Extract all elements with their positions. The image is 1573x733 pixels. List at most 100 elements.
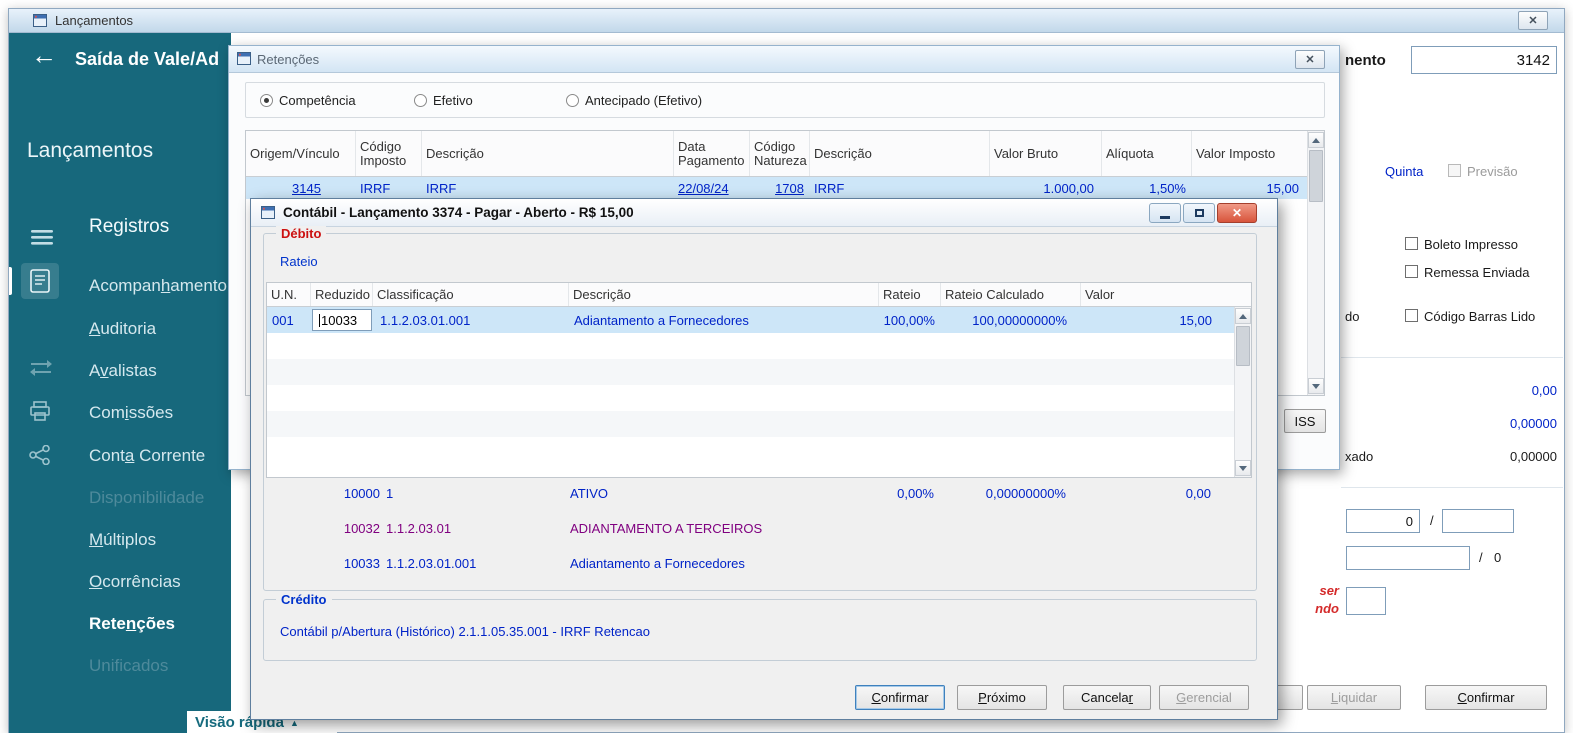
scroll-down-button[interactable] xyxy=(1235,460,1251,476)
label-fragment-xado: xado xyxy=(1345,449,1374,464)
remessa-enviada-checkbox[interactable] xyxy=(1405,265,1418,278)
transfer-icon[interactable] xyxy=(29,359,53,380)
summary-reduzido: 10032 xyxy=(343,521,380,536)
confirmar-button[interactable]: Confirmar xyxy=(855,685,945,710)
back-arrow-button[interactable]: ← xyxy=(31,41,57,69)
rateio-label: Rateio xyxy=(280,254,318,269)
cell-descricao: Adiantamento a Fornecedores xyxy=(574,312,749,328)
document-number-field[interactable] xyxy=(1411,46,1557,74)
scroll-up-button[interactable] xyxy=(1308,132,1324,148)
empty-grid-row xyxy=(267,411,1251,437)
fraction-field-b[interactable] xyxy=(1442,509,1514,533)
account-summary-row: 10033 1.1.2.03.01.001 Adiantamento a For… xyxy=(264,556,1256,576)
column-header-rateio[interactable]: Rateio xyxy=(879,283,941,306)
sidebar-section-label: Registros xyxy=(89,216,170,237)
column-header-reduzido[interactable]: Reduzido xyxy=(311,283,373,306)
sidebar-item-avalistas[interactable]: Avalistas xyxy=(89,361,157,381)
radio-antecipado[interactable]: Antecipado (Efetivo) xyxy=(566,93,702,108)
share-icon[interactable] xyxy=(29,444,51,468)
maximize-button[interactable] xyxy=(1183,203,1215,223)
column-header-valor[interactable]: Valor xyxy=(1081,283,1236,306)
scroll-thumb[interactable] xyxy=(1236,326,1250,366)
column-header-valor-imposto[interactable]: Valor Imposto xyxy=(1192,131,1309,176)
contabil-grid-header: U.N. Reduzido Classificação Descrição Ra… xyxy=(267,283,1251,307)
cancelar-button[interactable]: Cancela r xyxy=(1063,685,1151,710)
menu-toggle-icon[interactable] xyxy=(31,229,53,248)
contabil-grid-row[interactable]: 001 10033 1.1.2.03.01.001 Adiantamento a… xyxy=(267,307,1251,333)
summary-classificacao: 1 xyxy=(386,486,394,501)
account-summary-row: 10000 1 ATIVO 0,00% 0,00000000% 0,00 xyxy=(264,486,1256,506)
column-header-descricao-2[interactable]: Descrição xyxy=(810,131,990,176)
column-header-valor-bruto[interactable]: Valor Bruto xyxy=(990,131,1102,176)
reduzido-cell-editor[interactable]: 10033 xyxy=(312,309,372,331)
wide-field[interactable] xyxy=(1346,546,1470,570)
retencoes-radio-groupbox: Competência Efetivo Antecipado (Efetivo) xyxy=(245,82,1325,118)
form-icon xyxy=(261,206,275,222)
sidebar-item-auditoria[interactable]: Auditoria xyxy=(89,319,156,339)
radio-label: Antecipado (Efetivo) xyxy=(585,93,703,108)
liquidar-button: Liquidar xyxy=(1307,685,1401,710)
label-fragment-do: do xyxy=(1345,309,1360,324)
cell-rateio-calculado: 100,00000000% xyxy=(972,312,1067,328)
main-window-titlebar[interactable]: Lançamentos xyxy=(9,9,1564,33)
confirmar-button-main[interactable]: Confirmar xyxy=(1425,685,1547,710)
journal-icon-button[interactable] xyxy=(21,263,59,299)
column-header-descricao-1[interactable]: Descrição xyxy=(422,131,674,176)
empty-grid-row xyxy=(267,385,1251,411)
proximo-button[interactable]: Próximo xyxy=(957,685,1047,710)
radio-competencia[interactable]: Competência xyxy=(260,93,356,108)
column-header-codigo-imposto[interactable]: Código Imposto xyxy=(356,131,422,176)
scroll-up-button[interactable] xyxy=(1235,308,1251,324)
warning-text-fragment-1: ser xyxy=(1319,583,1339,598)
sidebar-item-disponibilidade: Disponibilidade xyxy=(89,488,205,507)
column-header-descricao[interactable]: Descrição xyxy=(569,283,879,306)
sidebar-item-acompanhamento[interactable]: Acompanhamento xyxy=(89,276,227,296)
column-header-aliquota[interactable]: Alíquota xyxy=(1102,131,1192,176)
radio-dot xyxy=(566,94,579,107)
column-header-rateio-calculado[interactable]: Rateio Calculado xyxy=(941,283,1081,306)
retencoes-grid-row[interactable]: 3145 IRRF IRRF 22/08/24 1708 IRRF 1.000,… xyxy=(246,177,1324,199)
sidebar-item-retencoes[interactable]: Retenções xyxy=(89,614,175,634)
retencoes-titlebar[interactable]: Retenções xyxy=(229,46,1339,73)
column-header-classificacao[interactable]: Classificação xyxy=(373,283,569,306)
column-header-origem-vinculo[interactable]: Origem/Vínculo xyxy=(246,131,356,176)
printer-icon[interactable] xyxy=(29,401,51,424)
sidebar-title: Lançamentos xyxy=(27,139,154,162)
cell-valor-imposto: 15,00 xyxy=(1266,180,1299,196)
debito-legend: Débito xyxy=(276,226,327,241)
retencoes-grid-scrollbar xyxy=(1307,131,1324,395)
fraction-field-a[interactable] xyxy=(1346,509,1420,533)
sidebar-item-comissoes[interactable]: Comissões xyxy=(89,403,173,423)
boleto-impresso-checkbox[interactable] xyxy=(1405,237,1418,250)
credito-groupbox: Crédito Contábil p/Abertura (Histórico) … xyxy=(263,592,1257,661)
contabil-titlebar[interactable]: Contábil - Lançamento 3374 - Pagar - Abe… xyxy=(251,199,1277,227)
iss-button[interactable]: ISS xyxy=(1284,409,1326,433)
retencoes-close-button[interactable]: ✕ xyxy=(1295,50,1325,69)
summary-descricao: Adiantamento a Fornecedores xyxy=(570,556,745,571)
zero-label: 0 xyxy=(1494,550,1502,565)
main-close-button[interactable]: ✕ xyxy=(1518,11,1548,30)
column-header-codigo-natureza[interactable]: Código Natureza xyxy=(750,131,810,176)
contabil-grid: U.N. Reduzido Classificação Descrição Ra… xyxy=(266,282,1252,478)
minimize-button[interactable] xyxy=(1149,203,1181,223)
radio-efetivo[interactable]: Efetivo xyxy=(414,93,473,108)
contabil-close-button[interactable]: ✕ xyxy=(1217,203,1257,223)
summary-descricao: ATIVO xyxy=(570,486,609,501)
value-field-2: 0,00000 xyxy=(1510,416,1557,431)
radio-label: Efetivo xyxy=(433,93,473,108)
column-header-data-pagamento[interactable]: Data Pagamento xyxy=(674,131,750,176)
cell-aliquota: 1,50% xyxy=(1149,180,1186,196)
scroll-down-button[interactable] xyxy=(1308,378,1324,394)
account-summary-row: 10032 1.1.2.03.01 ADIANTAMENTO A TERCEIR… xyxy=(264,521,1256,541)
sidebar-item-ocorrencias[interactable]: Ocorrências xyxy=(89,572,181,592)
codigo-barras-label: Código Barras Lido xyxy=(1424,309,1536,324)
sidebar-item-multiplos[interactable]: Múltiplos xyxy=(89,530,156,550)
sidebar-item-conta-corrente[interactable]: Conta Corrente xyxy=(89,446,205,466)
codigo-barras-checkbox[interactable] xyxy=(1405,309,1418,322)
column-header-un[interactable]: U.N. xyxy=(267,283,311,306)
cell-data-pagamento: 22/08/24 xyxy=(678,180,729,196)
scroll-thumb[interactable] xyxy=(1309,150,1323,202)
gerencial-button: Gerencial xyxy=(1159,685,1249,710)
summary-classificacao: 1.1.2.03.01 xyxy=(386,521,452,536)
small-field[interactable] xyxy=(1346,587,1386,615)
